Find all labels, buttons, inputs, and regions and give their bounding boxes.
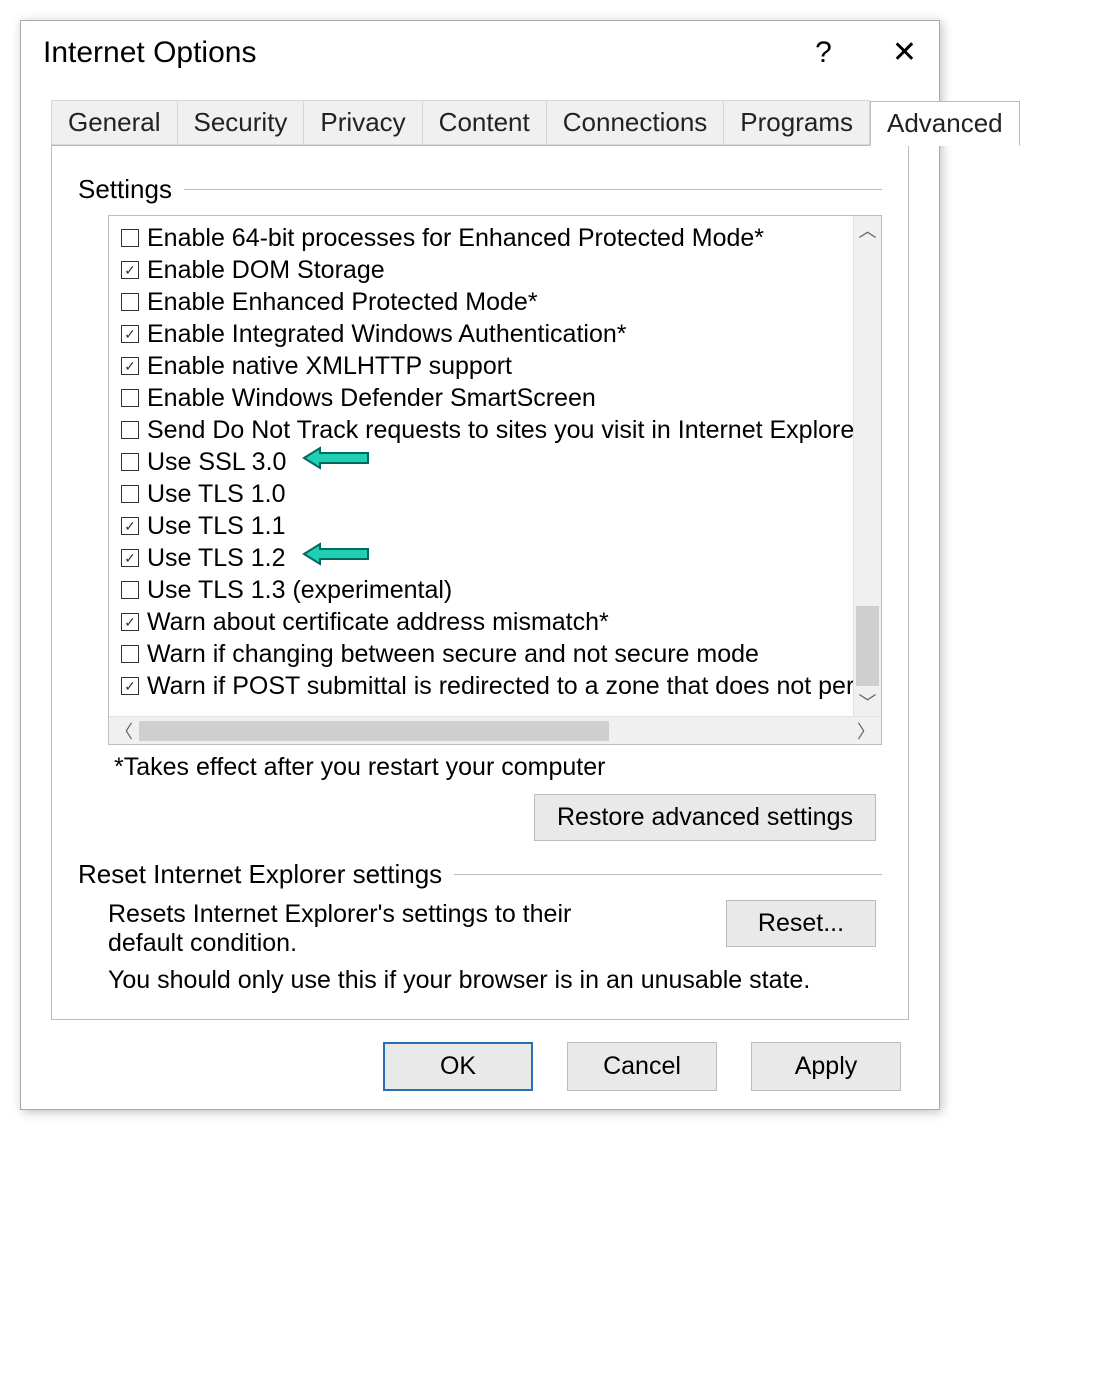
setting-item-label: Use SSL 3.0 — [147, 446, 286, 478]
setting-item-label: Use TLS 1.0 — [147, 478, 286, 510]
tab-security[interactable]: Security — [178, 100, 305, 145]
setting-item[interactable]: ✓ Enable native XMLHTTP support — [121, 350, 875, 382]
setting-item[interactable]: Enable 64-bit processes for Enhanced Pro… — [121, 222, 875, 254]
checkbox-icon[interactable]: ✓ — [121, 261, 139, 279]
horizontal-scrollbar[interactable]: 〈 〉 — [109, 716, 881, 744]
reset-group-label: Reset Internet Explorer settings — [78, 859, 442, 890]
setting-item[interactable]: ✓ Enable Integrated Windows Authenticatio… — [121, 318, 875, 350]
setting-item[interactable]: Enable Windows Defender SmartScreen — [121, 382, 875, 414]
settings-listbox[interactable]: Enable 64-bit processes for Enhanced Pro… — [108, 215, 882, 745]
window-title: Internet Options — [43, 36, 256, 70]
hscroll-thumb[interactable] — [139, 721, 609, 741]
setting-item-label: Warn if POST submittal is redirected to … — [147, 670, 854, 702]
setting-item[interactable]: ✓ Use TLS 1.2 — [121, 542, 875, 574]
checkbox-icon[interactable] — [121, 485, 139, 503]
dialog-button-row: OK Cancel Apply — [21, 1020, 939, 1091]
scroll-down-icon[interactable]: ﹀ — [854, 688, 881, 716]
restart-note: *Takes effect after you restart your com… — [114, 753, 882, 782]
checkbox-icon[interactable] — [121, 229, 139, 247]
checkbox-icon[interactable] — [121, 453, 139, 471]
checkbox-icon[interactable]: ✓ — [121, 517, 139, 535]
checkbox-icon[interactable]: ✓ — [121, 613, 139, 631]
tab-programs[interactable]: Programs — [724, 100, 870, 145]
scroll-left-icon[interactable]: 〈 — [115, 718, 133, 744]
setting-item-label: Enable Integrated Windows Authentication… — [147, 318, 626, 350]
setting-item[interactable]: ✓ Warn about certificate address mismatch… — [121, 606, 875, 638]
setting-item-label: Use TLS 1.1 — [147, 510, 286, 542]
reset-button[interactable]: Reset... — [726, 900, 876, 947]
apply-button[interactable]: Apply — [751, 1042, 901, 1091]
annotation-arrow-icon — [302, 542, 372, 574]
setting-item-label: Enable Windows Defender SmartScreen — [147, 382, 596, 414]
scroll-thumb[interactable] — [856, 606, 879, 686]
setting-item-label: Enable 64-bit processes for Enhanced Pro… — [147, 222, 764, 254]
reset-description: Resets Internet Explorer's settings to t… — [108, 900, 648, 958]
checkbox-icon[interactable]: ✓ — [121, 549, 139, 567]
checkbox-icon[interactable] — [121, 389, 139, 407]
restore-advanced-settings-button[interactable]: Restore advanced settings — [534, 794, 876, 841]
tab-privacy[interactable]: Privacy — [304, 100, 422, 145]
reset-warning: You should only use this if your browser… — [108, 966, 876, 995]
setting-item-label: Enable DOM Storage — [147, 254, 385, 286]
setting-item-label: Warn if changing between secure and not … — [147, 638, 759, 670]
tab-advanced[interactable]: Advanced — [870, 101, 1020, 146]
tab-general[interactable]: General — [51, 100, 178, 145]
close-icon[interactable]: ✕ — [892, 35, 917, 70]
tab-connections[interactable]: Connections — [547, 100, 725, 145]
help-icon[interactable]: ? — [815, 36, 832, 70]
setting-item[interactable]: Use TLS 1.0 — [121, 478, 875, 510]
ok-button[interactable]: OK — [383, 1042, 533, 1091]
setting-item[interactable]: ✓ Warn if POST submittal is redirected to… — [121, 670, 875, 702]
settings-group-label: Settings — [78, 174, 172, 205]
setting-item-label: Warn about certificate address mismatch* — [147, 606, 609, 638]
setting-item-label: Send Do Not Track requests to sites you … — [147, 414, 854, 446]
annotation-arrow-icon — [302, 446, 372, 478]
checkbox-icon[interactable] — [121, 293, 139, 311]
checkbox-icon[interactable] — [121, 421, 139, 439]
checkbox-icon[interactable]: ✓ — [121, 677, 139, 695]
scroll-right-icon[interactable]: 〉 — [857, 718, 875, 744]
checkbox-icon[interactable] — [121, 645, 139, 663]
checkbox-icon[interactable]: ✓ — [121, 357, 139, 375]
titlebar: Internet Options ? ✕ — [21, 21, 939, 82]
setting-item-label: Use TLS 1.3 (experimental) — [147, 574, 452, 606]
setting-item[interactable]: ✓ Enable DOM Storage — [121, 254, 875, 286]
tabstrip: GeneralSecurityPrivacyContentConnections… — [51, 100, 909, 145]
setting-item-label: Enable native XMLHTTP support — [147, 350, 512, 382]
setting-item[interactable]: Use TLS 1.3 (experimental) — [121, 574, 875, 606]
tab-content[interactable]: Content — [423, 100, 547, 145]
setting-item[interactable]: Warn if changing between secure and not … — [121, 638, 875, 670]
scroll-up-icon[interactable]: ︿ — [854, 216, 881, 244]
checkbox-icon[interactable] — [121, 581, 139, 599]
setting-item[interactable]: ✓ Use TLS 1.1 — [121, 510, 875, 542]
tab-body-advanced: Settings Enable 64-bit processes for Enh… — [51, 145, 909, 1020]
vertical-scrollbar[interactable]: ︿ ﹀ — [853, 216, 881, 716]
setting-item-label: Enable Enhanced Protected Mode* — [147, 286, 538, 318]
setting-item[interactable]: Enable Enhanced Protected Mode* — [121, 286, 875, 318]
setting-item[interactable]: Use SSL 3.0 — [121, 446, 875, 478]
internet-options-dialog: Internet Options ? ✕ GeneralSecurityPriv… — [20, 20, 940, 1110]
setting-item[interactable]: Send Do Not Track requests to sites you … — [121, 414, 875, 446]
cancel-button[interactable]: Cancel — [567, 1042, 717, 1091]
setting-item-label: Use TLS 1.2 — [147, 542, 286, 574]
checkbox-icon[interactable]: ✓ — [121, 325, 139, 343]
